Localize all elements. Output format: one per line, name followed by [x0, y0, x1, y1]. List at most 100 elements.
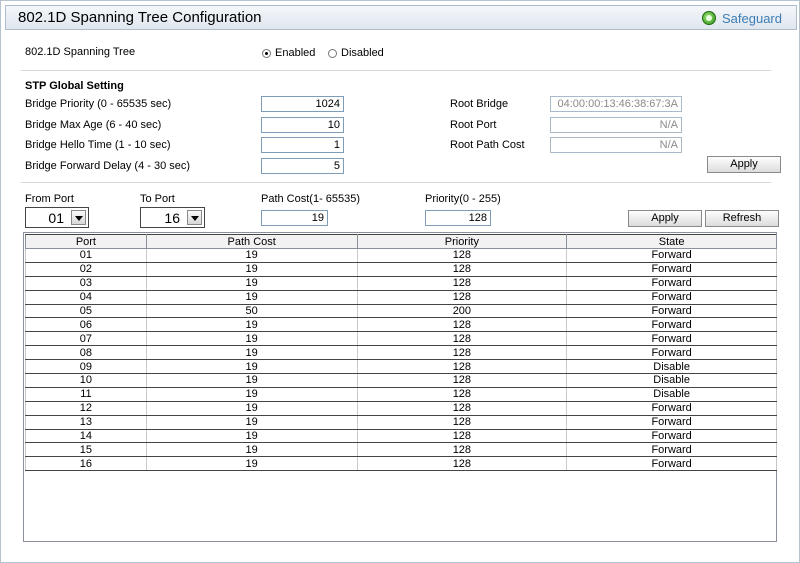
hello-time-input[interactable] — [261, 137, 344, 153]
bridge-priority-input[interactable] — [261, 96, 344, 112]
cell-path-cost: 19 — [145, 345, 358, 361]
table-row: 05 50 200 Forward — [25, 304, 777, 319]
table-row: 10 19 128 Disable — [25, 373, 777, 388]
priority-input[interactable] — [425, 210, 491, 226]
cell-state: Disable — [566, 387, 777, 402]
table-row: 13 19 128 Forward — [25, 415, 777, 430]
port-table: Port Path Cost Priority State 01 19 128 For… — [25, 234, 777, 472]
cell-priority: 128 — [356, 373, 568, 388]
cell-port: 05 — [25, 304, 147, 319]
cell-port: 09 — [25, 359, 147, 375]
table-row: 15 19 128 Forward — [25, 442, 777, 458]
cell-state: Disable — [566, 359, 777, 375]
col-header-state: State — [566, 234, 777, 249]
cell-path-cost: 19 — [145, 373, 358, 388]
cell-priority: 128 — [356, 345, 568, 361]
port-table-container: Port Path Cost Priority State 01 19 128 For… — [23, 232, 777, 542]
root-port-field — [550, 117, 682, 133]
cell-state: Forward — [566, 262, 777, 277]
cell-priority: 128 — [356, 248, 568, 263]
cell-path-cost: 19 — [145, 317, 358, 333]
path-cost-label: Path Cost(1- 65535) — [261, 193, 361, 205]
to-port-label: To Port — [140, 193, 175, 205]
cell-state: Forward — [566, 442, 777, 458]
cell-priority: 128 — [356, 276, 568, 291]
divider — [21, 182, 771, 183]
cell-state: Forward — [566, 317, 777, 333]
cell-port: 07 — [25, 331, 147, 347]
title-bar: 802.1D Spanning Tree Configuration Safeg… — [5, 5, 797, 30]
priority-label: Priority(0 - 255) — [425, 193, 501, 205]
max-age-input[interactable] — [261, 117, 344, 133]
cell-state: Forward — [566, 456, 777, 472]
chevron-down-icon — [187, 210, 202, 225]
radio-unselected-icon — [328, 48, 337, 58]
safeguard-status-icon — [702, 11, 716, 25]
cell-path-cost: 19 — [145, 442, 358, 458]
stp-label: 802.1D Spanning Tree — [25, 46, 136, 58]
global-apply-button[interactable]: Apply — [707, 156, 781, 173]
cell-state: Forward — [566, 276, 777, 291]
table-row: 02 19 128 Forward — [25, 262, 777, 277]
cell-state: Forward — [566, 331, 777, 347]
cell-port: 04 — [25, 290, 147, 305]
cell-port: 10 — [25, 373, 147, 388]
stp-disabled-radio[interactable]: Disabled — [328, 47, 384, 59]
to-port-select[interactable]: 16 — [140, 207, 205, 228]
refresh-button[interactable]: Refresh — [705, 210, 779, 227]
port-apply-button[interactable]: Apply — [628, 210, 702, 227]
root-bridge-label: Root Bridge — [450, 98, 509, 110]
cell-path-cost: 19 — [145, 387, 358, 402]
divider — [21, 70, 771, 71]
cell-state: Forward — [566, 290, 777, 305]
cell-path-cost: 19 — [145, 276, 358, 291]
cell-port: 12 — [25, 401, 147, 416]
cell-port: 08 — [25, 345, 147, 361]
to-port-value: 16 — [164, 210, 180, 226]
table-row: 14 19 128 Forward — [25, 429, 777, 444]
table-row: 11 19 128 Disable — [25, 387, 777, 402]
cell-port: 06 — [25, 317, 147, 333]
forward-delay-label: Bridge Forward Delay (4 - 30 sec) — [25, 160, 191, 172]
cell-path-cost: 19 — [145, 290, 358, 305]
cell-port: 16 — [25, 456, 147, 472]
table-row: 16 19 128 Forward — [25, 456, 777, 472]
page-title: 802.1D Spanning Tree Configuration — [18, 9, 262, 26]
cell-path-cost: 19 — [145, 401, 358, 416]
col-header-port: Port — [25, 234, 147, 249]
cell-path-cost: 19 — [145, 429, 358, 444]
cell-port: 15 — [25, 442, 147, 458]
from-port-select[interactable]: 01 — [25, 207, 89, 228]
cell-port: 01 — [25, 248, 147, 263]
stp-enabled-radio[interactable]: Enabled — [262, 47, 315, 59]
cell-priority: 128 — [356, 415, 568, 430]
path-cost-input[interactable] — [261, 210, 328, 226]
cell-port: 13 — [25, 415, 147, 430]
table-row: 04 19 128 Forward — [25, 290, 777, 305]
page-frame: 802.1D Spanning Tree Configuration Safeg… — [0, 0, 800, 563]
cell-port: 14 — [25, 429, 147, 444]
cell-path-cost: 50 — [145, 304, 358, 319]
cell-path-cost: 19 — [145, 359, 358, 375]
cell-state: Forward — [566, 304, 777, 319]
cell-state: Forward — [566, 345, 777, 361]
cell-path-cost: 19 — [145, 262, 358, 277]
table-row: 01 19 128 Forward — [25, 248, 777, 263]
cell-state: Disable — [566, 373, 777, 388]
table-row: 07 19 128 Forward — [25, 331, 777, 347]
cell-priority: 128 — [356, 262, 568, 277]
cell-priority: 128 — [356, 442, 568, 458]
cell-path-cost: 19 — [145, 456, 358, 472]
safeguard-indicator: Safeguard — [702, 10, 782, 26]
cell-state: Forward — [566, 401, 777, 416]
stp-enabled-label: Enabled — [275, 47, 316, 59]
cell-path-cost: 19 — [145, 248, 358, 263]
table-header-row: Port Path Cost Priority State — [25, 234, 777, 249]
forward-delay-input[interactable] — [261, 158, 344, 174]
table-row: 09 19 128 Disable — [25, 359, 777, 375]
cell-path-cost: 19 — [145, 331, 358, 347]
max-age-label: Bridge Max Age (6 - 40 sec) — [25, 119, 162, 131]
cell-priority: 128 — [356, 456, 568, 472]
cell-port: 11 — [25, 387, 147, 402]
cell-priority: 128 — [356, 331, 568, 347]
